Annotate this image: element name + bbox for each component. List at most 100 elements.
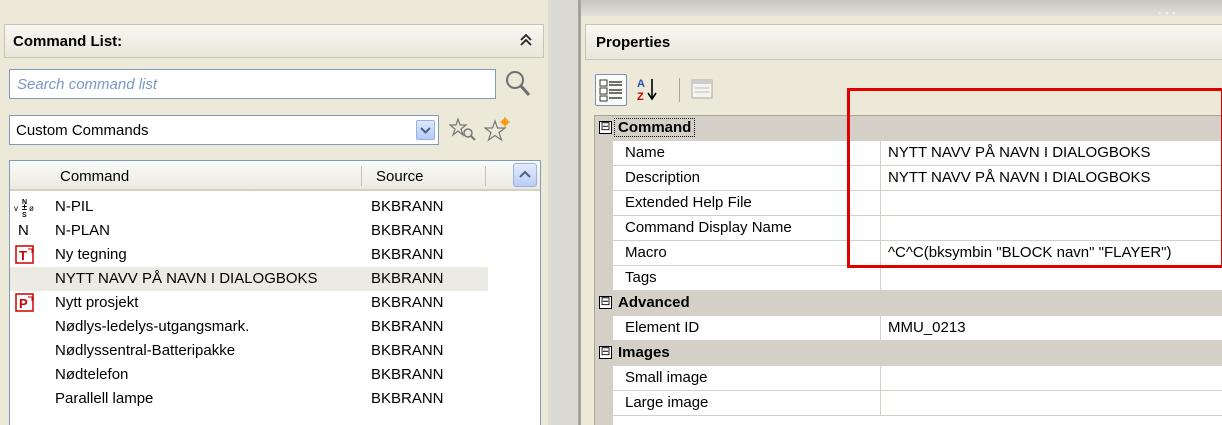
property-value[interactable]: NYTT NAVV PÅ NAVN I DIALOGBOKS (888, 144, 1151, 161)
properties-title: Properties (596, 34, 671, 51)
search-icon[interactable] (504, 68, 532, 98)
list-item[interactable]: Nødlys-ledelys-utgangsmark. BKBRANN (10, 315, 488, 339)
category-images[interactable]: ⊟ Images (595, 341, 1222, 366)
property-row-name[interactable]: Name NYTT NAVV PÅ NAVN I DIALOGBOKS (613, 141, 1222, 166)
command-list-title: Command List: (13, 33, 123, 50)
property-value[interactable]: NYTT NAVV PÅ NAVN I DIALOGBOKS (888, 169, 1151, 186)
property-grid: ⊟ Command Name NYTT NAVV PÅ NAVN I DIALO… (594, 115, 1222, 425)
command-name: Nytt prosjekt (55, 294, 139, 311)
svg-text:A: A (637, 78, 645, 90)
letter-n-icon: N (18, 222, 29, 239)
list-item[interactable]: Parallell lampe BKBRANN (10, 387, 488, 411)
alphabetical-sort-icon[interactable]: AZ (633, 74, 665, 106)
category-label: Command (613, 118, 696, 137)
svg-text:ø: ø (29, 204, 34, 213)
categorized-view-icon[interactable] (595, 74, 627, 106)
command-source: BKBRANN (371, 366, 444, 383)
property-value[interactable]: MMU_0213 (888, 319, 966, 336)
property-pages-icon[interactable] (687, 74, 719, 106)
list-item[interactable]: Nødlyssentral-Batteripakke BKBRANN (10, 339, 488, 363)
command-source: BKBRANN (371, 342, 444, 359)
panel-top-strip (581, 0, 1222, 16)
property-label: Description (613, 166, 881, 190)
command-name: Nødtelefon (55, 366, 129, 383)
new-command-star-icon[interactable] (483, 116, 512, 144)
collapse-toggle-icon[interactable]: ⊟ (599, 345, 612, 359)
search-field[interactable] (9, 69, 496, 99)
list-item-selected[interactable]: NYTT NAVV PÅ NAVN I DIALOGBOKS BKBRANN (10, 267, 488, 291)
command-name: N-PIL (55, 198, 94, 215)
list-item[interactable]: Nødtelefon BKBRANN (10, 363, 488, 387)
column-divider[interactable] (361, 166, 362, 186)
property-row-help-file[interactable]: Extended Help File (613, 191, 1222, 216)
command-list-columns: Command Source (10, 161, 540, 191)
command-source: BKBRANN (371, 246, 444, 263)
property-label: Element ID (613, 316, 881, 340)
panel-top-strip (0, 0, 548, 14)
command-source: BKBRANN (371, 222, 444, 239)
command-list-panel: Command List: Custom Commands Command So… (0, 0, 548, 425)
svg-text:S: S (22, 212, 27, 218)
category-command[interactable]: ⊟ Command (595, 116, 1222, 141)
grid-gutter (595, 116, 613, 425)
command-name: Nødlyssentral-Batteripakke (55, 342, 236, 359)
north-arrow-icon: Nv ± ø S (14, 196, 36, 219)
properties-toolbar: AZ (595, 74, 745, 108)
category-label: Images (618, 344, 670, 361)
property-row-description[interactable]: Description NYTT NAVV PÅ NAVN I DIALOGBO… (613, 166, 1222, 191)
column-command[interactable]: Command (60, 168, 129, 185)
svg-text:P: P (19, 296, 28, 311)
command-source: BKBRANN (371, 390, 444, 407)
collapse-icon[interactable] (519, 31, 533, 49)
find-command-star-icon[interactable] (448, 116, 477, 144)
list-item[interactable]: T Ny tegning BKBRANN (10, 243, 488, 267)
property-label: Large image (613, 391, 881, 415)
panel-splitter[interactable] (548, 0, 578, 425)
command-name: Ny tegning (55, 246, 127, 263)
chevron-down-icon[interactable] (416, 120, 435, 140)
command-source: BKBRANN (371, 270, 444, 287)
command-name: Nødlys-ledelys-utgangsmark. (55, 318, 250, 335)
column-divider[interactable] (485, 166, 486, 186)
property-row-large-image[interactable]: Large image (613, 391, 1222, 416)
property-value[interactable]: ^C^C(bksymbin "BLOCK navn" "FLAYER") (888, 244, 1172, 261)
column-source[interactable]: Source (376, 168, 424, 185)
search-input[interactable] (10, 70, 495, 98)
command-name: NYTT NAVV PÅ NAVN I DIALOGBOKS (55, 270, 318, 287)
list-item[interactable]: P Nytt prosjekt BKBRANN (10, 291, 488, 315)
scroll-up-icon[interactable] (513, 163, 537, 187)
resize-grip-icon[interactable] (1155, 3, 1185, 15)
command-filter-dropdown[interactable]: Custom Commands (9, 115, 439, 145)
svg-text:T: T (19, 248, 27, 263)
project-block-icon: P (14, 292, 36, 314)
property-row-small-image[interactable]: Small image (613, 366, 1222, 391)
collapse-toggle-icon[interactable]: ⊟ (599, 120, 612, 134)
category-advanced[interactable]: ⊟ Advanced (595, 291, 1222, 316)
property-label: Command Display Name (613, 216, 881, 240)
svg-text:±: ± (22, 202, 27, 212)
command-name: Parallell lampe (55, 390, 154, 407)
property-row-display-name[interactable]: Command Display Name (613, 216, 1222, 241)
command-filter-value: Custom Commands (16, 122, 149, 139)
text-block-icon: T (14, 244, 36, 266)
property-label: Macro (613, 241, 881, 265)
list-item[interactable]: Nv ± ø S N-PIL BKBRANN (10, 195, 488, 219)
command-source: BKBRANN (371, 294, 444, 311)
command-source: BKBRANN (371, 198, 444, 215)
toolbar-divider (679, 78, 680, 102)
property-label: Tags (613, 266, 881, 290)
svg-text:Z: Z (637, 91, 644, 103)
property-label: Name (613, 141, 881, 165)
collapse-toggle-icon[interactable]: ⊟ (599, 295, 612, 309)
property-row-element-id[interactable]: Element ID MMU_0213 (613, 316, 1222, 341)
property-label: Small image (613, 366, 881, 390)
property-row-tags[interactable]: Tags (613, 266, 1222, 291)
properties-header: Properties (585, 24, 1222, 60)
property-label: Extended Help File (613, 191, 881, 215)
command-list-header: Command List: (4, 24, 544, 58)
list-item[interactable]: N N-PLAN BKBRANN (10, 219, 488, 243)
command-name: N-PLAN (55, 222, 111, 239)
category-label: Advanced (618, 294, 690, 311)
property-row-macro[interactable]: Macro ^C^C(bksymbin "BLOCK navn" "FLAYER… (613, 241, 1222, 266)
properties-panel: Properties AZ ⊟ Command Name NYTT NAVV P… (581, 0, 1222, 425)
